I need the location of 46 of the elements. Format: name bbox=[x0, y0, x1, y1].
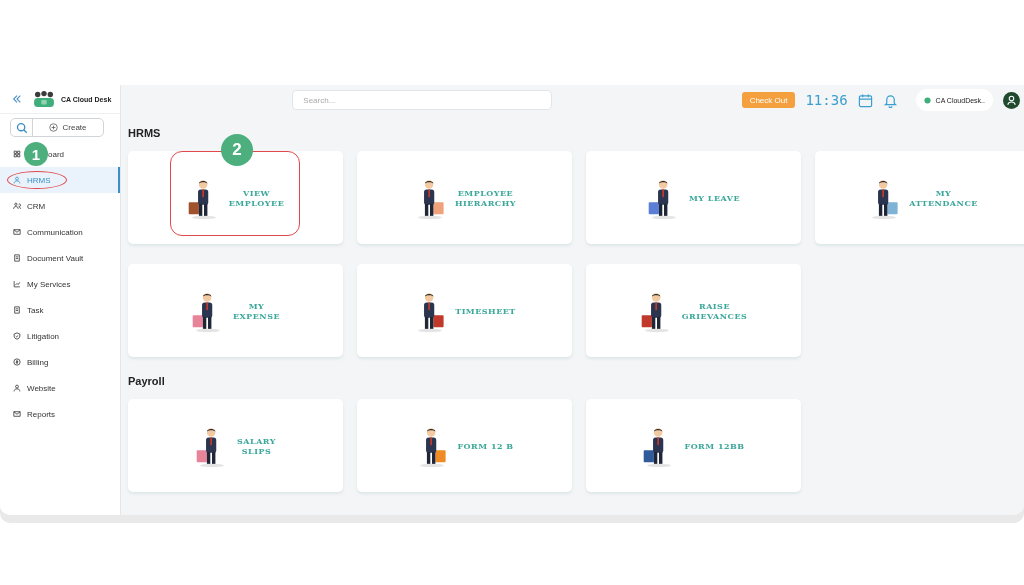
menu-icon bbox=[13, 202, 21, 210]
module-label: VIEW EMPLOYEE bbox=[228, 187, 285, 208]
module-label: FORM 12 B bbox=[457, 440, 514, 451]
sidebar-item[interactable]: My Services bbox=[0, 271, 120, 297]
notification-bell-icon[interactable] bbox=[882, 92, 898, 108]
step-badge: 1 bbox=[24, 142, 48, 166]
sidebar-item[interactable]: Litigation bbox=[0, 323, 120, 349]
menu-icon bbox=[13, 410, 21, 418]
avatar-icon[interactable] bbox=[1003, 91, 1020, 109]
module-label: RAISE GRIEVANCES bbox=[681, 300, 748, 321]
menu-icon bbox=[13, 358, 21, 366]
sidebar-item[interactable]: Communication bbox=[0, 219, 120, 245]
search-field[interactable]: Search... bbox=[292, 90, 553, 110]
sidebar-item[interactable]: CRM bbox=[0, 193, 120, 219]
menu-icon bbox=[13, 228, 21, 236]
module-label: TIMESHEET bbox=[455, 305, 516, 316]
module-label: SALARY SLIPS bbox=[237, 435, 276, 456]
module-label: MY LEAVE bbox=[689, 192, 740, 203]
sidebar-item[interactable]: Reports bbox=[0, 401, 120, 427]
menu-icon bbox=[13, 384, 21, 392]
team-logo-icon bbox=[32, 90, 56, 108]
search-icon bbox=[15, 121, 28, 134]
sidebar-item[interactable]: 1 oard bbox=[0, 141, 120, 167]
clock-time: 11:36 bbox=[805, 92, 848, 108]
sidebar-item[interactable]: Website bbox=[0, 375, 120, 401]
section-title: HRMS bbox=[128, 127, 162, 139]
search-button[interactable] bbox=[11, 119, 33, 136]
menu-icon bbox=[13, 150, 21, 158]
logo-dot-icon bbox=[923, 96, 931, 104]
sidebar-item[interactable]: Task bbox=[0, 297, 120, 323]
calendar-icon[interactable] bbox=[857, 92, 873, 108]
menu-icon bbox=[13, 254, 21, 262]
section-title: Payroll bbox=[128, 375, 166, 387]
module-label: MY EXPENSE bbox=[232, 300, 281, 321]
module-label: MY ATTENDANCE bbox=[909, 187, 978, 208]
module-label: FORM 12BB bbox=[684, 440, 745, 451]
menu-icon bbox=[13, 176, 21, 184]
collapse-icon[interactable] bbox=[12, 94, 22, 104]
menu-icon bbox=[13, 306, 21, 314]
module-label: EMPLOYEE HIERARCHY bbox=[454, 187, 516, 208]
sidebar-item[interactable]: Document Vault bbox=[0, 245, 120, 271]
menu-icon bbox=[13, 332, 21, 340]
plus-circle-icon bbox=[49, 123, 59, 132]
menu-icon bbox=[13, 280, 21, 288]
step-badge: 2 bbox=[221, 134, 253, 166]
sidebar-item[interactable]: Billing bbox=[0, 349, 120, 375]
